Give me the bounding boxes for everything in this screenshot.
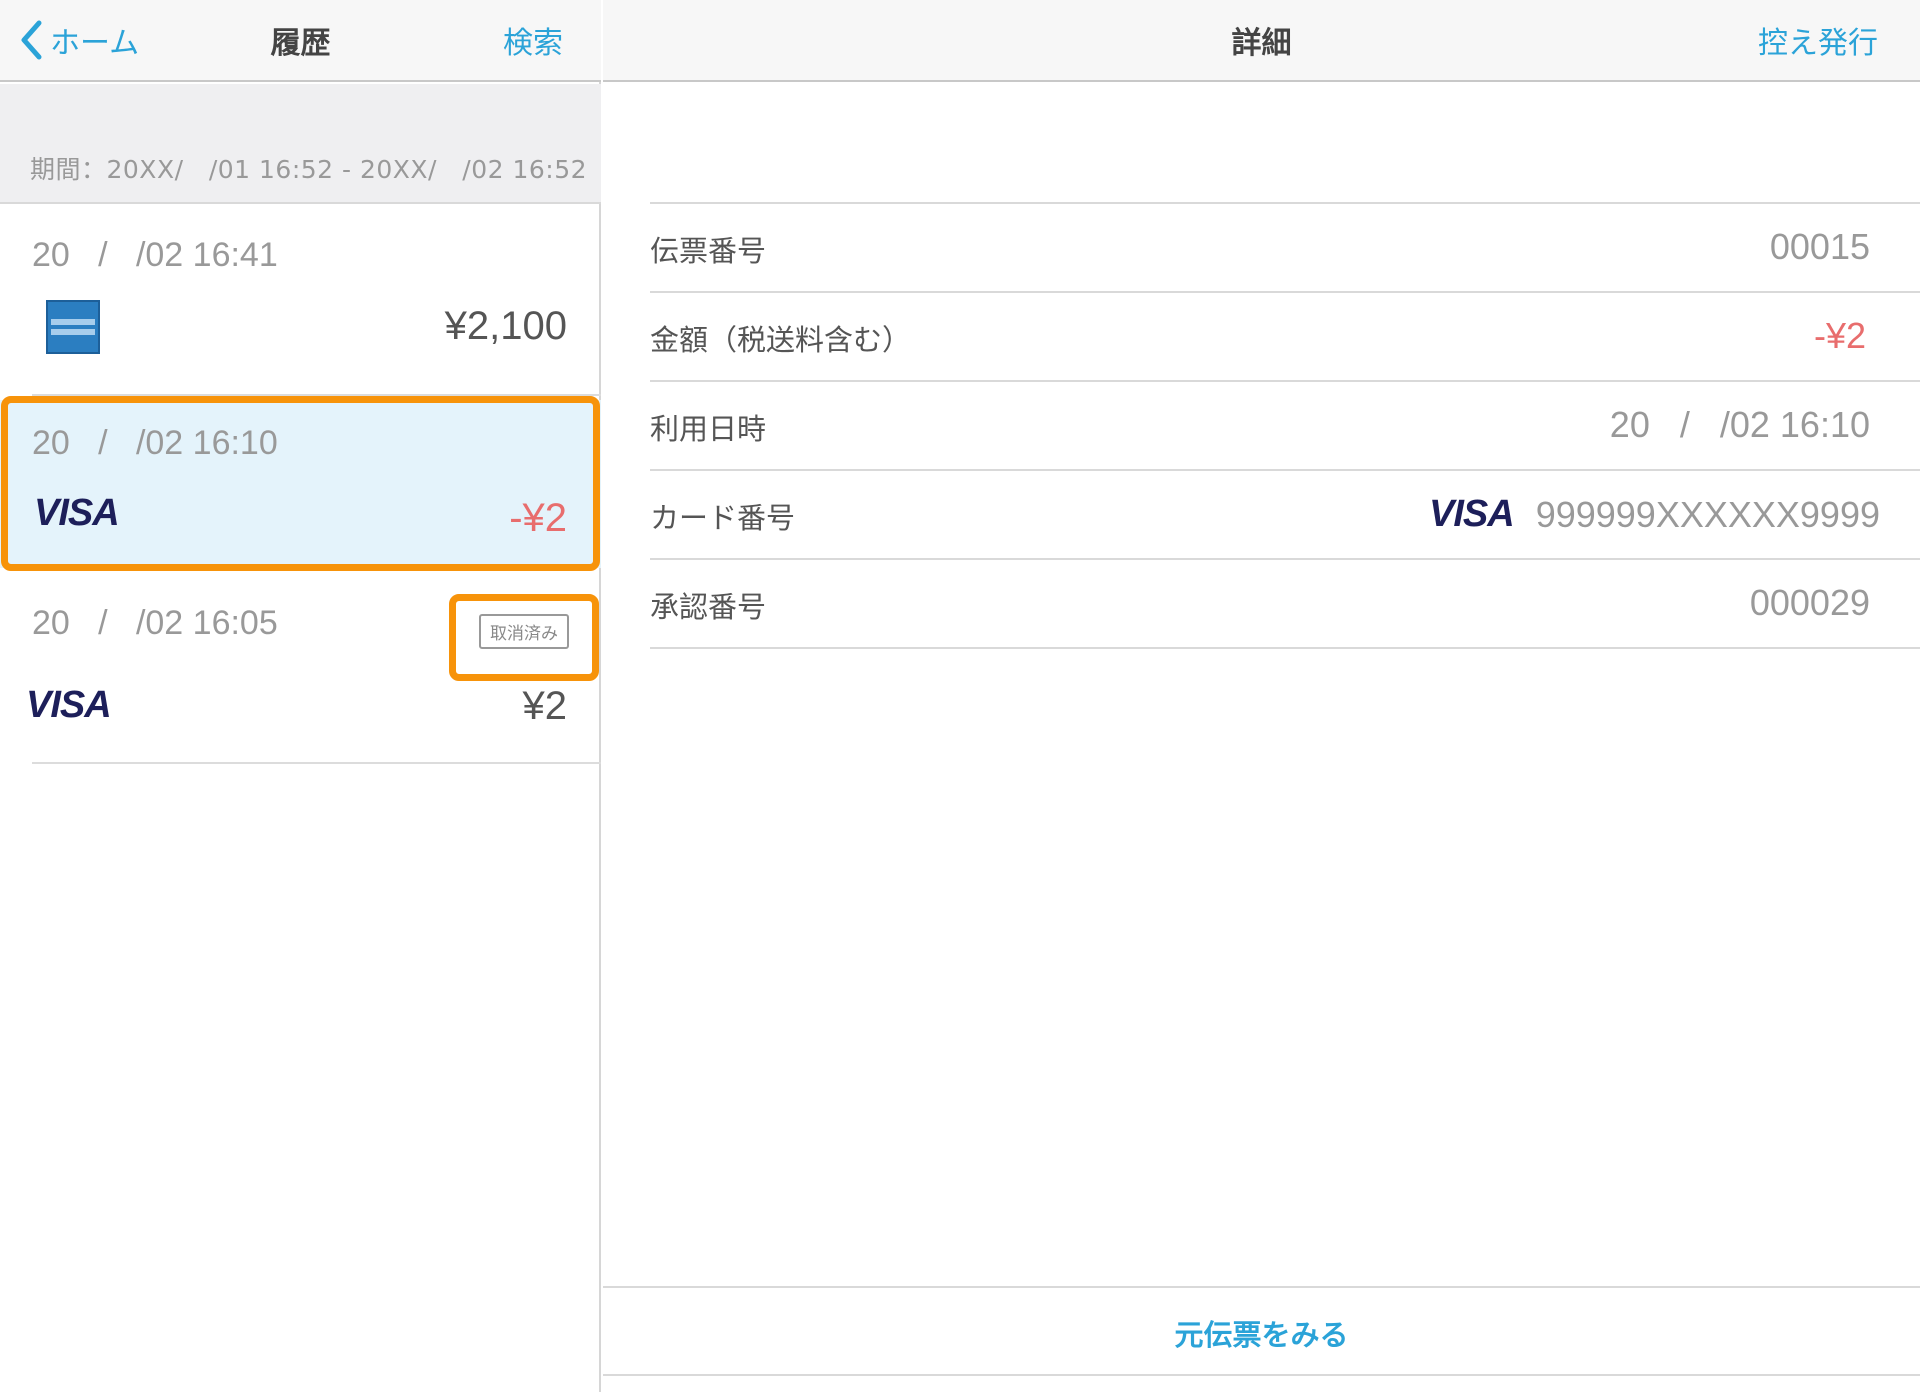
row-divider [32, 394, 601, 396]
reissue-receipt-button[interactable]: 控え発行 [1758, 18, 1878, 62]
detail-row-card-number: カード番号 VISA 999999XXXXXX9999 [650, 469, 1920, 559]
amex-icon [46, 300, 100, 354]
detail-value: 000029 [1749, 582, 1870, 623]
search-button[interactable]: 検索 [503, 18, 563, 62]
visa-logo-icon: VISA [34, 492, 120, 534]
detail-row-amount: 金額（税送料含む） -¥2 [650, 291, 1920, 381]
detail-label: 金額（税送料含む） [650, 323, 912, 357]
detail-label: カード番号 [650, 501, 796, 535]
cancelled-badge: 取消済み [479, 614, 569, 649]
detail-nav-bar: 詳細 控え発行 [603, 0, 1920, 82]
transaction-row-selected[interactable]: 20 / /02 16:10 VISA -¥2 [0, 400, 601, 568]
row-divider [32, 762, 601, 764]
detail-label: 伝票番号 [650, 234, 767, 268]
transaction-date: 20 / /02 16:05 [32, 604, 278, 642]
transaction-amount: ¥2,100 [444, 304, 567, 348]
transaction-row[interactable]: 20 / /02 16:05 取消済み VISA ¥2 [0, 574, 601, 764]
row-divider [650, 647, 1920, 649]
detail-row-slip-number: 伝票番号 00015 [650, 202, 1920, 292]
card-value: VISA 999999XXXXXX9999 [1429, 493, 1880, 536]
visa-logo-icon: VISA [26, 684, 112, 726]
card-number-value: 999999XXXXXX9999 [1535, 493, 1880, 535]
transaction-row[interactable]: 20 / /02 16:41 ¥2,100 [0, 206, 601, 396]
transaction-date: 20 / /02 16:10 [32, 424, 278, 462]
detail-row-date: 利用日時 20 / /02 16:10 [650, 380, 1920, 470]
detail-label: 承認番号 [650, 590, 767, 624]
visa-logo-icon: VISA [1429, 493, 1515, 535]
view-original-slip-button[interactable]: 元伝票をみる [603, 1312, 1920, 1354]
transaction-amount: ¥2 [522, 684, 568, 728]
transaction-date: 20 / /02 16:41 [32, 236, 278, 274]
detail-title: 詳細 [1231, 26, 1292, 61]
period-text: 期間：20XX/ /01 16:52 - 20XX/ /02 16:52 [30, 155, 588, 184]
detail-value: 00015 [1769, 226, 1870, 267]
view-original-bar: 元伝票をみる [603, 1286, 1920, 1376]
history-pane: ホーム 履歴 検索 期間：20XX/ /01 16:52 - 20XX/ /02… [0, 0, 601, 1392]
detail-row-approval-number: 承認番号 000029 [650, 558, 1920, 648]
period-header: 期間：20XX/ /01 16:52 - 20XX/ /02 16:52 [0, 84, 601, 204]
detail-value: -¥2 [1813, 315, 1866, 356]
history-nav-bar: ホーム 履歴 検索 [0, 0, 601, 82]
detail-pane: 詳細 控え発行 伝票番号 00015 金額（税送料含む） -¥2 利用日時 20… [603, 0, 1920, 1392]
detail-value: 20 / /02 16:10 [1609, 404, 1870, 445]
transaction-amount: -¥2 [509, 496, 567, 540]
detail-label: 利用日時 [650, 412, 767, 446]
